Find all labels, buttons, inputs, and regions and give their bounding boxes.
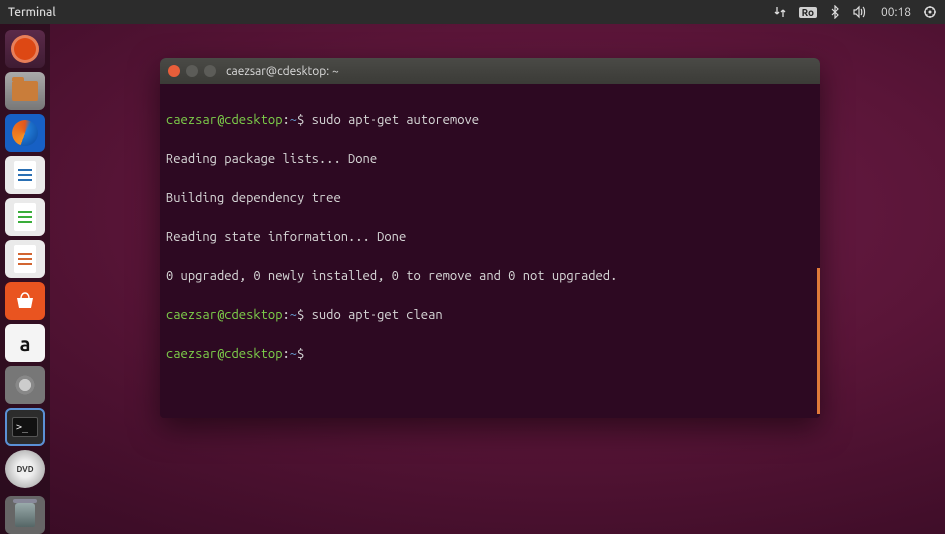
prompt-path: ~ [290,113,297,127]
calc-icon [14,203,36,231]
window-titlebar[interactable]: caezsar@cdesktop: ~ [160,58,820,84]
bluetooth-indicator-icon[interactable] [829,5,841,19]
launcher-calc[interactable] [5,198,45,236]
window-title: caezsar@cdesktop: ~ [226,65,339,78]
launcher-terminal[interactable]: >_ [5,408,45,446]
top-panel: Terminal Ro 00:18 [0,0,945,24]
launcher-files[interactable] [5,72,45,110]
gear-icon [13,373,37,397]
active-app-title: Terminal [8,6,56,19]
scrollbar-indicator[interactable] [817,268,820,414]
impress-icon [14,245,36,273]
terminal-output: Reading state information... Done [166,231,814,244]
keyboard-layout-indicator[interactable]: Ro [799,7,817,18]
sound-indicator-icon[interactable] [853,5,869,19]
launcher-firefox[interactable] [5,114,45,152]
terminal-output: Building dependency tree [166,192,814,205]
terminal-line: caezsar@cdesktop:~$ [166,348,814,361]
terminal-body[interactable]: caezsar@cdesktop:~$ sudo apt-get autorem… [160,84,820,391]
launcher-settings[interactable] [5,366,45,404]
dvd-icon: DVD [16,465,33,474]
unity-launcher: a >_ DVD [0,24,50,534]
terminal-output: Reading package lists... Done [166,153,814,166]
clock-indicator[interactable]: 00:18 [881,6,911,19]
window-minimize-button[interactable] [186,65,198,77]
window-close-button[interactable] [168,65,180,77]
command-text: sudo apt-get autoremove [312,113,479,127]
command-text: sudo apt-get clean [312,308,443,322]
launcher-writer[interactable] [5,156,45,194]
session-indicator-icon[interactable] [923,5,937,19]
terminal-icon: >_ [12,417,38,437]
terminal-line: caezsar@cdesktop:~$ sudo apt-get clean [166,309,814,322]
network-indicator-icon[interactable] [773,5,787,19]
folder-icon [12,81,38,101]
launcher-impress[interactable] [5,240,45,278]
launcher-disc[interactable]: DVD [5,450,45,488]
terminal-window[interactable]: caezsar@cdesktop: ~ caezsar@cdesktop:~$ … [160,58,820,418]
prompt-user-host: caezsar@cdesktop [166,113,282,127]
window-maximize-button[interactable] [204,65,216,77]
amazon-icon: a [20,332,31,355]
trash-icon [15,503,35,527]
launcher-trash[interactable] [5,496,45,534]
terminal-output: 0 upgraded, 0 newly installed, 0 to remo… [166,270,814,283]
software-center-icon [12,288,38,314]
writer-icon [14,161,36,189]
ubuntu-logo-icon [11,35,39,63]
dash-button[interactable] [5,30,45,68]
launcher-ubuntu-software[interactable] [5,282,45,320]
terminal-line: caezsar@cdesktop:~$ sudo apt-get autorem… [166,114,814,127]
launcher-amazon[interactable]: a [5,324,45,362]
firefox-icon [12,120,38,146]
indicator-area: Ro 00:18 [773,5,937,19]
